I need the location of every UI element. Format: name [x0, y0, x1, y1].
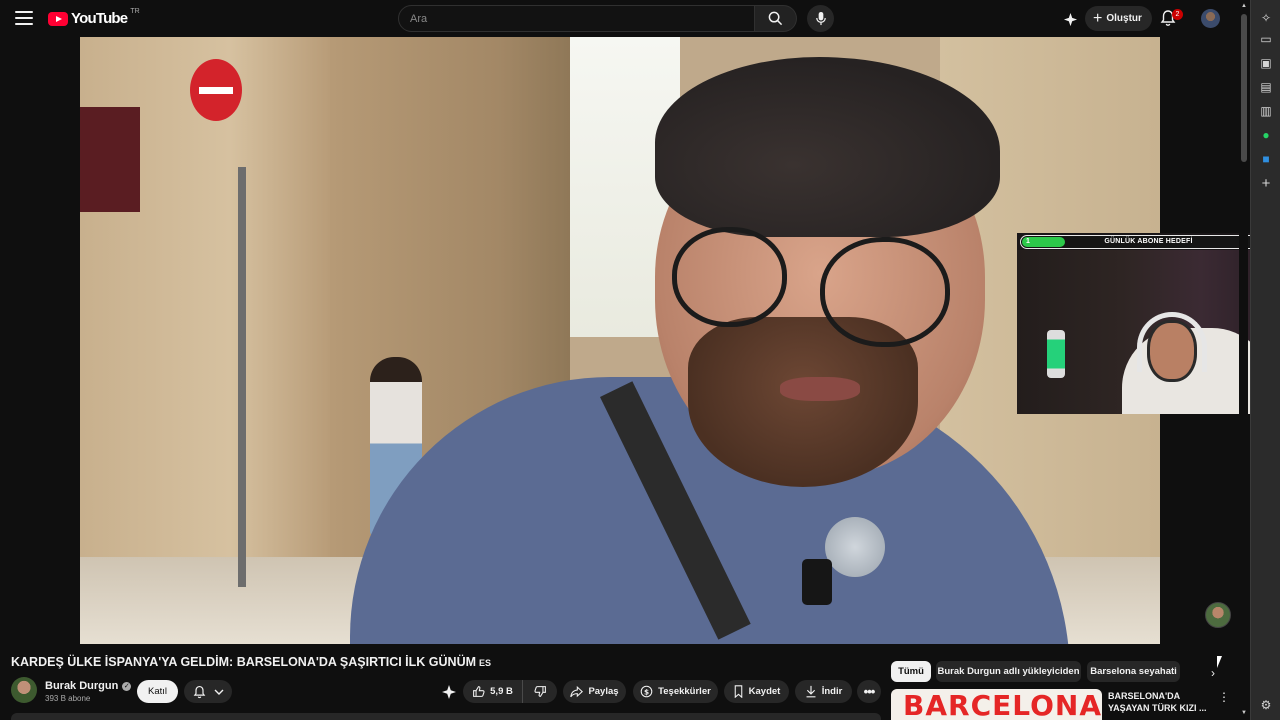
recommendation-title[interactable]: BARSELONA'DA YAŞAYAN TÜRK KIZI ... [1108, 690, 1208, 714]
add-icon[interactable]: + [1259, 175, 1273, 192]
account-avatar[interactable] [1201, 9, 1220, 28]
chip-from-uploader[interactable]: Burak Durgun adlı yükleyiciden [936, 661, 1081, 682]
more-actions-button[interactable]: ••• [857, 680, 881, 703]
search-icon [768, 11, 783, 26]
menu-button[interactable] [14, 9, 34, 27]
share-arrow-icon [570, 685, 584, 697]
channel-avatar[interactable] [11, 677, 37, 703]
like-button[interactable]: 5,9 B [463, 680, 523, 703]
save-button[interactable]: Kaydet [724, 680, 789, 703]
video-title-text: KARDEŞ ÜLKE İSPANYA'YA GELDİM: BARSELONA… [11, 655, 477, 669]
scrollbar-thumb[interactable] [1241, 14, 1247, 162]
video-frame-road-sign [190, 59, 242, 121]
tv-icon[interactable]: ▭ [1259, 32, 1273, 46]
search-input[interactable] [398, 5, 755, 32]
webcam-lamp [1047, 330, 1065, 378]
sparkle-icon[interactable]: ✧ [1259, 11, 1273, 25]
whatsapp-icon[interactable]: ● [1259, 128, 1273, 142]
video-frame-shop-sign [80, 107, 140, 212]
thumbnail-text: BARCELONA [903, 689, 1102, 720]
join-button[interactable]: Katıl [137, 680, 178, 703]
dislike-button[interactable] [523, 680, 557, 703]
logo-country-code: TR [130, 8, 140, 15]
plus-icon: + [1093, 9, 1103, 27]
like-dislike-group: 5,9 B [463, 680, 557, 703]
outlook-icon[interactable]: ■ [1259, 152, 1273, 166]
download-icon [806, 685, 816, 698]
gemini-button[interactable] [1060, 9, 1080, 29]
language-tag: ES [479, 658, 492, 668]
video-frame-lav-transmitter [802, 559, 832, 605]
video-title: KARDEŞ ÜLKE İSPANYA'YA GELDİM: BARSELONA… [11, 655, 491, 669]
bookmark-icon [734, 685, 742, 698]
chip-all[interactable]: Tümü [891, 661, 931, 682]
video-frame-pole [238, 167, 246, 587]
mouse-cursor-icon [1217, 656, 1222, 668]
thanks-label: Teşekkürler [658, 686, 711, 697]
more-horizontal-icon: ••• [863, 684, 876, 699]
masthead: YouTube TR + Oluştur 2 [0, 0, 1248, 37]
video-frame-lav-mic [825, 517, 885, 577]
channel-name[interactable]: Burak Durgun ✓ [45, 680, 132, 692]
search-button[interactable] [755, 5, 797, 32]
sparkle-icon [442, 685, 456, 699]
video-frame-presenter-mouth [780, 377, 860, 401]
chevron-down-icon [214, 689, 223, 695]
youtube-play-icon [48, 11, 68, 26]
bell-icon [193, 685, 205, 698]
subscriber-count: 393 B abone [45, 694, 91, 703]
floating-avatar[interactable] [1205, 602, 1231, 628]
logo-text: YouTube [71, 10, 128, 27]
verified-check-icon: ✓ [122, 681, 132, 691]
save-label: Kaydet [748, 686, 781, 697]
create-button[interactable]: + Oluştur [1085, 6, 1152, 31]
thanks-button[interactable]: $ Teşekkürler [633, 680, 718, 703]
hamburger-icon-line [15, 23, 33, 25]
video-frame-glasses [672, 227, 787, 327]
chip-barcelona-travel[interactable]: Barselona seyahati [1087, 661, 1180, 682]
sparkle-icon [1063, 12, 1077, 26]
document-icon[interactable]: ▤ [1259, 80, 1273, 94]
webcam-head [1147, 320, 1197, 382]
dollar-heart-icon: $ [640, 685, 653, 698]
voice-search-button[interactable] [807, 5, 834, 32]
recommendation-thumbnail[interactable]: BARCELONA [891, 689, 1102, 720]
thumbs-down-icon [533, 686, 546, 697]
shopping-bag-icon[interactable]: ▣ [1259, 56, 1273, 70]
like-count: 5,9 B [490, 686, 513, 697]
more-vertical-icon[interactable]: ⋮ [1218, 690, 1230, 704]
scroll-down-arrow-icon[interactable]: ▼ [1241, 710, 1247, 716]
channel-name-text: Burak Durgun [45, 680, 119, 692]
scroll-up-arrow-icon[interactable]: ▲ [1241, 3, 1247, 9]
thumbs-up-icon [473, 686, 485, 697]
download-button[interactable]: İndir [795, 680, 852, 703]
hamburger-icon-line [15, 11, 33, 13]
svg-text:$: $ [644, 687, 649, 696]
video-frame-glasses [820, 237, 950, 347]
download-label: İndir [821, 686, 843, 697]
goal-title: GÜNLÜK ABONE HEDEFİ [1104, 238, 1193, 245]
youtube-logo[interactable]: YouTube TR [48, 8, 140, 27]
browser-side-panel: ✧ ▭ ▣ ▤ ▥ ● ■ + ⚙ [1250, 0, 1280, 720]
search-box [398, 5, 797, 32]
share-button[interactable]: Paylaş [563, 680, 626, 703]
ask-button[interactable] [441, 684, 459, 700]
goal-current: 1 [1026, 238, 1030, 245]
microphone-icon [815, 11, 826, 26]
share-label: Paylaş [588, 686, 619, 697]
hamburger-icon-line [15, 17, 33, 19]
settings-gear-icon[interactable]: ⚙ [1259, 698, 1273, 712]
subscribed-bell-button[interactable] [184, 680, 232, 703]
description-box[interactable] [11, 713, 881, 720]
video-player[interactable] [80, 37, 1160, 644]
book-icon[interactable]: ▥ [1259, 104, 1273, 118]
notification-badge: 2 [1172, 9, 1183, 20]
create-label: Oluştur [1106, 13, 1142, 24]
